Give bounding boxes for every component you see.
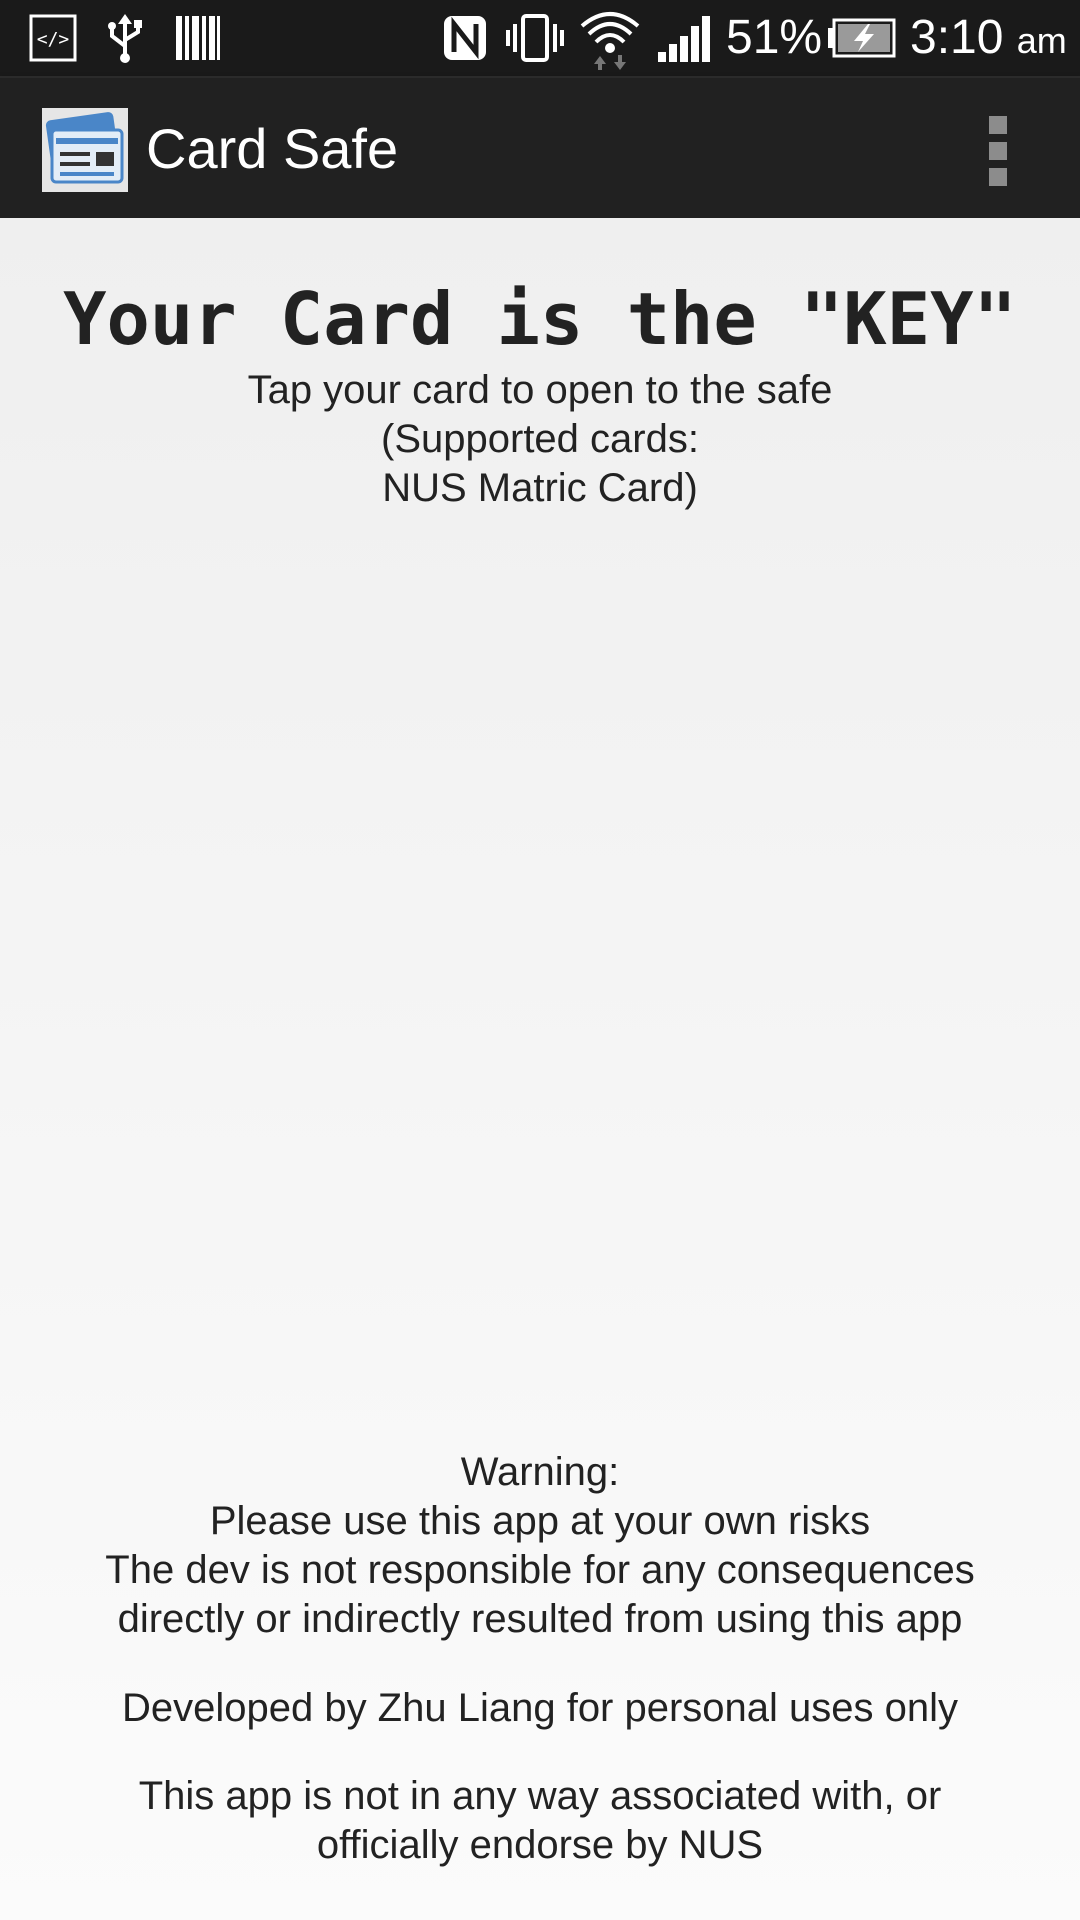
card-safe-app-icon[interactable] <box>42 108 128 192</box>
disclaimer-line: officially endorse by NUS <box>316 1823 764 1867</box>
developer-mode-icon: </> <box>29 14 77 62</box>
overflow-menu-button[interactable] <box>968 116 1028 222</box>
warning-line: Please use this app at your own risks <box>209 1499 871 1543</box>
svg-text:</>: </> <box>37 29 70 50</box>
action-bar: Card Safe <box>0 76 1080 220</box>
battery-percent: 51% <box>726 11 823 64</box>
instruction-line: NUS Matric Card) <box>382 466 698 510</box>
disclaimer-line: This app is not in any way associated wi… <box>138 1774 942 1818</box>
app-title: Card Safe <box>146 117 399 180</box>
developer-note: Developed by Zhu Liang for personal uses… <box>121 1686 959 1730</box>
clock: 3:10 am <box>910 6 1067 73</box>
clock-am-pm: am <box>1016 20 1067 61</box>
usb-icon <box>108 14 142 63</box>
instructions: Tap your card to open to the safe (Suppo… <box>0 366 1080 513</box>
instruction-line: (Supported cards: <box>381 417 699 461</box>
warning-line: The dev is not responsible for any conse… <box>105 1548 975 1592</box>
nfc-icon <box>444 16 486 60</box>
warning-block: Warning: Please use this app at your own… <box>0 1448 1080 1644</box>
clock-time: 3:10 <box>910 11 1004 64</box>
disclaimer-block: This app is not in any way associated wi… <box>0 1772 1080 1870</box>
vibrate-icon <box>506 14 564 62</box>
barcode-icon <box>176 16 220 60</box>
warning-line: directly or indirectly resulted from usi… <box>117 1597 963 1641</box>
more-vertical-icon <box>968 116 1028 222</box>
headline: Your Card is the "KEY" <box>63 277 1017 361</box>
wifi-icon <box>580 12 640 70</box>
instruction-line: Tap your card to open to the safe <box>247 368 833 412</box>
warning-title: Warning: <box>460 1450 620 1494</box>
status-bar: </> 51% 3:10 am <box>0 0 1080 76</box>
main-content: Your Card is the "KEY" Tap your card to … <box>0 218 1080 1920</box>
battery-charging-icon <box>828 18 896 58</box>
signal-icon <box>658 16 710 62</box>
